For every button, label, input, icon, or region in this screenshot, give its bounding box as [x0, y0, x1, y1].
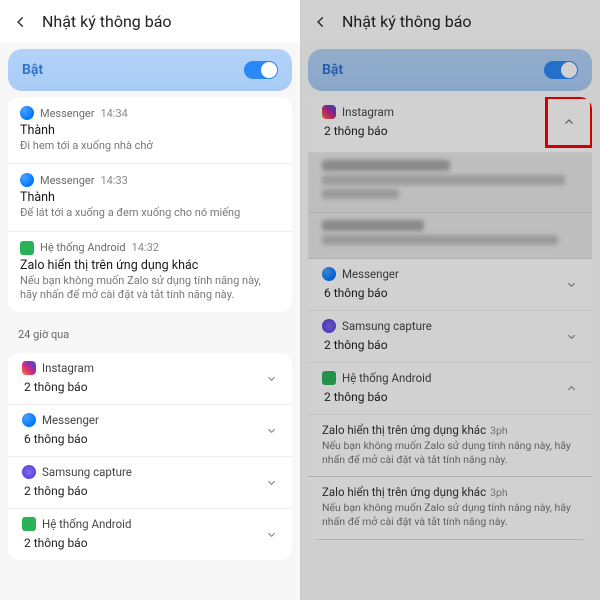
- app-name: Samsung capture: [42, 465, 132, 479]
- timestamp: 14:34: [100, 107, 127, 120]
- count-label: 6 thông báo: [22, 432, 278, 446]
- messenger-icon: [20, 106, 34, 120]
- page-title: Nhật ký thông báo: [342, 12, 472, 31]
- blurred-notification: [308, 153, 592, 213]
- notification-item[interactable]: Messenger 14:33 Thành Để lát tới a xuống…: [8, 164, 292, 231]
- right-panel: Nhật ký thông báo Bật Instagram 2 thông …: [300, 0, 600, 600]
- count-label: 2 thông báo: [22, 380, 278, 394]
- left-panel: Nhật ký thông báo Bật Messenger 14:34 Th…: [0, 0, 300, 600]
- page-title: Nhật ký thông báo: [42, 12, 172, 31]
- toggle-label: Bật: [22, 62, 43, 78]
- app-name: Hệ thống Android: [40, 241, 126, 254]
- android-icon: [20, 241, 34, 255]
- summary-row-samsung[interactable]: Samsung capture 2 thông báo: [308, 311, 592, 363]
- summary-card: Instagram 2 thông báo Messenger 6 thông …: [8, 353, 292, 560]
- header: Nhật ký thông báo: [0, 0, 300, 43]
- messenger-icon: [322, 267, 336, 281]
- notification-item[interactable]: Hệ thống Android 14:32 Zalo hiển thị trê…: [8, 232, 292, 313]
- instagram-icon: [322, 105, 336, 119]
- count-label: 2 thông báo: [22, 484, 278, 498]
- timestamp: 3ph: [490, 486, 508, 499]
- blurred-notification: [308, 213, 592, 259]
- notif-title: Zalo hiển thị trên ứng dụng khác3ph: [322, 423, 578, 437]
- zalo-notification[interactable]: Zalo hiển thị trên ứng dụng khác3ph Nếu …: [308, 415, 592, 477]
- app-name: Samsung capture: [342, 319, 432, 333]
- notification-item[interactable]: Messenger 14:34 Thành Đi hem tới a xuống…: [8, 97, 292, 164]
- chevron-down-icon[interactable]: [564, 330, 578, 344]
- android-icon: [322, 371, 336, 385]
- count-label: 2 thông báo: [322, 390, 578, 404]
- notif-body: Nếu bạn không muốn Zalo sử dụng tính năn…: [322, 501, 578, 528]
- app-name: Instagram: [42, 361, 94, 375]
- timestamp: 14:33: [100, 174, 127, 187]
- chevron-down-icon[interactable]: [564, 278, 578, 292]
- notif-title: Zalo hiển thị trên ứng dụng khác: [20, 258, 280, 273]
- count-label: 2 thông báo: [22, 536, 278, 550]
- timestamp: 3ph: [490, 424, 508, 437]
- notif-body: Nếu bạn không muốn Zalo sử dụng tính năn…: [20, 274, 280, 303]
- master-toggle-bar[interactable]: Bật: [308, 49, 592, 91]
- instagram-icon: [22, 361, 36, 375]
- expanded-card: Instagram 2 thông báo Messenger 6 thông …: [308, 97, 592, 540]
- app-name: Hệ thống Android: [342, 371, 431, 385]
- chevron-down-icon[interactable]: [264, 424, 278, 438]
- app-name: Messenger: [42, 413, 99, 427]
- master-toggle-bar[interactable]: Bật: [8, 49, 292, 91]
- section-24h-label: 24 giờ qua: [0, 318, 300, 347]
- messenger-icon: [22, 413, 36, 427]
- android-icon: [22, 517, 36, 531]
- app-name: Messenger: [40, 174, 94, 187]
- summary-row-instagram[interactable]: Instagram 2 thông báo: [8, 353, 292, 405]
- chevron-down-icon[interactable]: [264, 372, 278, 386]
- summary-row-android[interactable]: Hệ thống Android 2 thông báo: [8, 509, 292, 560]
- count-label: 6 thông báo: [322, 286, 578, 300]
- notif-body: Nếu bạn không muốn Zalo sử dụng tính năn…: [322, 439, 578, 466]
- notif-title: Zalo hiển thị trên ứng dụng khác3ph: [322, 485, 578, 499]
- messenger-icon: [20, 173, 34, 187]
- app-name: Hệ thống Android: [42, 517, 131, 531]
- toggle-switch-icon[interactable]: [544, 61, 578, 79]
- notif-body: Đi hem tới a xuống nhà chở: [20, 139, 280, 153]
- summary-row-samsung[interactable]: Samsung capture 2 thông báo: [8, 457, 292, 509]
- toggle-label: Bật: [322, 62, 343, 78]
- app-name: Messenger: [40, 107, 94, 120]
- toggle-switch-icon[interactable]: [244, 61, 278, 79]
- notif-title: Thành: [20, 123, 280, 138]
- summary-row-instagram-expanded[interactable]: Instagram 2 thông báo: [308, 97, 592, 153]
- notif-body: Để lát tới a xuống a đem xuống cho nó mi…: [20, 206, 280, 220]
- count-label: 2 thông báo: [322, 124, 578, 138]
- samsung-capture-icon: [322, 319, 336, 333]
- summary-row-messenger[interactable]: Messenger 6 thông báo: [8, 405, 292, 457]
- header: Nhật ký thông báo: [300, 0, 600, 43]
- back-icon[interactable]: [10, 11, 32, 33]
- chevron-down-icon[interactable]: [264, 528, 278, 542]
- timestamp: 14:32: [132, 241, 159, 254]
- count-label: 2 thông báo: [322, 338, 578, 352]
- collapse-button[interactable]: [546, 97, 592, 147]
- chevron-up-icon[interactable]: [564, 382, 578, 396]
- app-name: Messenger: [342, 267, 399, 281]
- recent-notifications-card: Messenger 14:34 Thành Đi hem tới a xuống…: [8, 97, 292, 312]
- summary-row-android[interactable]: Hệ thống Android 2 thông báo: [308, 363, 592, 415]
- back-icon[interactable]: [310, 11, 332, 33]
- chevron-down-icon[interactable]: [264, 476, 278, 490]
- summary-row-messenger[interactable]: Messenger 6 thông báo: [308, 259, 592, 311]
- notif-title: Thành: [20, 190, 280, 205]
- zalo-notification[interactable]: Zalo hiển thị trên ứng dụng khác3ph Nếu …: [308, 477, 592, 539]
- samsung-capture-icon: [22, 465, 36, 479]
- app-name: Instagram: [342, 105, 394, 119]
